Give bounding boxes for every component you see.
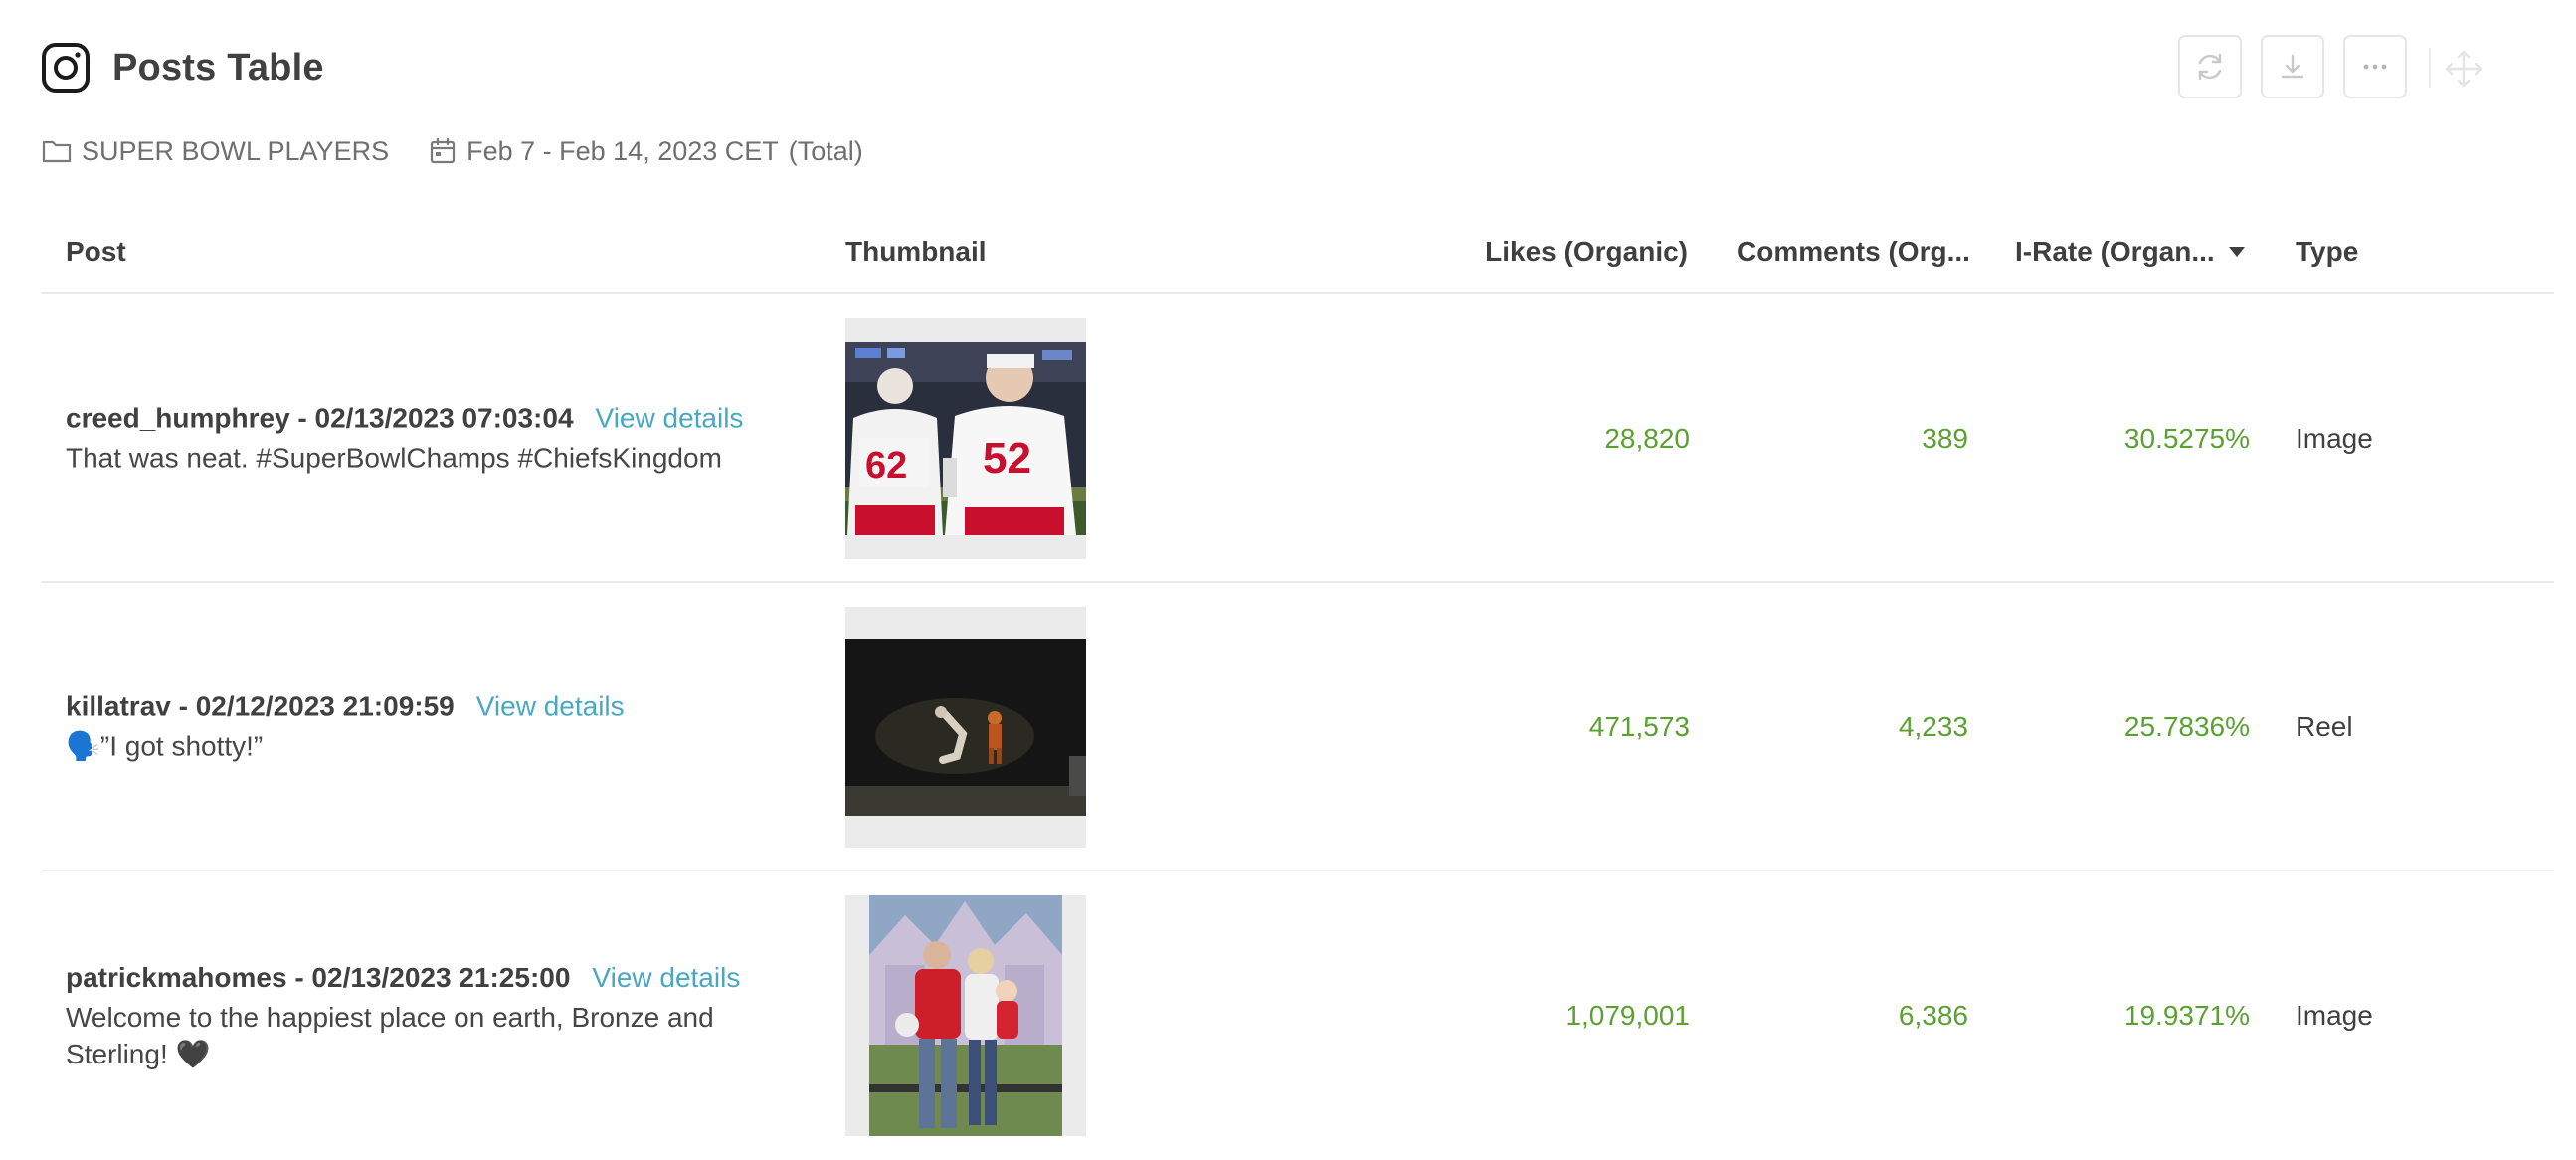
column-header-comments[interactable]: Comments (Org...: [1737, 209, 2015, 294]
svg-text:52: 52: [983, 434, 1031, 483]
filter-bar: SUPER BOWL PLAYERS Feb 7 - Feb 14, 2023 …: [42, 131, 863, 171]
view-details-link[interactable]: View details: [476, 691, 625, 722]
thumbnail-image: 62 52: [845, 342, 1086, 535]
likes-value: 471,573: [1588, 711, 1690, 742]
svg-text:62: 62: [865, 445, 907, 486]
comments-value: 389: [1922, 423, 1968, 454]
comments-value: 4,233: [1898, 711, 1968, 742]
likes-value: 1,079,001: [1565, 1000, 1690, 1031]
post-thumbnail[interactable]: [845, 895, 1086, 1136]
toolbar: [2178, 35, 2576, 100]
post-cell: creed_humphrey - 02/13/2023 07:03:04 View…: [66, 400, 822, 477]
table-row: creed_humphrey - 02/13/2023 07:03:04 View…: [42, 294, 2554, 583]
move-icon[interactable]: [2443, 48, 2484, 90]
post-type: Image: [2296, 423, 2373, 454]
folder-icon: [42, 140, 72, 163]
comments-value: 6,386: [1898, 1000, 1968, 1031]
table-row: patrickmahomes - 02/13/2023 21:25:00 View…: [42, 871, 2554, 1160]
irate-value: 25.7836%: [2123, 711, 2250, 742]
column-header-irate[interactable]: I-Rate (Organ...: [2015, 209, 2294, 294]
date-range-label: Feb 7 - Feb 14, 2023 CET: [466, 135, 779, 166]
irate-value: 19.9371%: [2123, 1000, 2250, 1031]
aggregation-label: (Total): [788, 135, 863, 166]
sort-desc-icon[interactable]: [2228, 247, 2245, 257]
post-cell: patrickmahomes - 02/13/2023 21:25:00 View…: [66, 959, 822, 1072]
page-title: Posts Table: [112, 46, 324, 89]
more-options-button[interactable]: [2343, 35, 2407, 98]
post-thumbnail[interactable]: [845, 607, 1086, 848]
irate-value: 30.5275%: [2123, 423, 2250, 454]
more-icon: [2363, 64, 2387, 70]
instagram-icon: [42, 43, 90, 93]
table-row: killatrav - 02/12/2023 21:09:59 View deta…: [42, 583, 2554, 871]
calendar-icon: [430, 137, 456, 164]
table-header: Post Thumbnail Likes (Organic) Comments …: [42, 209, 2554, 294]
post-meta: killatrav - 02/12/2023 21:09:59: [66, 690, 455, 722]
irate-header-label: I-Rate (Organ...: [2015, 236, 2215, 267]
post-thumbnail[interactable]: 62 52: [845, 318, 1086, 559]
view-details-link[interactable]: View details: [596, 403, 744, 434]
post-meta: creed_humphrey - 02/13/2023 07:03:04: [66, 402, 574, 434]
toolbar-divider: [2429, 48, 2431, 88]
folder-filter[interactable]: SUPER BOWL PLAYERS: [42, 136, 389, 167]
post-caption: 🗣️”I got shotty!”: [66, 730, 264, 762]
post-type: Reel: [2296, 711, 2353, 742]
thumbnail-image: [869, 895, 1062, 1136]
folder-label: SUPER BOWL PLAYERS: [82, 135, 390, 166]
post-type: Image: [2296, 1000, 2373, 1031]
refresh-button[interactable]: [2178, 35, 2242, 98]
post-meta: patrickmahomes - 02/13/2023 21:25:00: [66, 962, 571, 993]
download-button[interactable]: [2261, 35, 2324, 98]
post-cell: killatrav - 02/12/2023 21:09:59 View deta…: [66, 688, 822, 765]
post-caption: That was neat. #SuperBowlChamps #ChiefsK…: [66, 442, 722, 474]
column-header-post[interactable]: Post: [66, 209, 126, 294]
refresh-icon: [2198, 53, 2222, 81]
download-icon: [2281, 54, 2304, 79]
post-caption: Welcome to the happiest place on earth, …: [66, 1002, 714, 1069]
thumbnail-image: [845, 639, 1086, 816]
column-header-likes[interactable]: Likes (Organic): [1235, 209, 1688, 294]
column-header-thumbnail[interactable]: Thumbnail: [845, 209, 987, 294]
page-header: Posts Table: [41, 40, 324, 96]
view-details-link[interactable]: View details: [592, 962, 740, 993]
column-header-type[interactable]: Type: [2296, 209, 2358, 294]
posts-table: Post Thumbnail Likes (Organic) Comments …: [42, 209, 2554, 1160]
likes-value: 28,820: [1604, 423, 1690, 454]
date-range-filter[interactable]: Feb 7 - Feb 14, 2023 CET (Total): [429, 136, 863, 167]
